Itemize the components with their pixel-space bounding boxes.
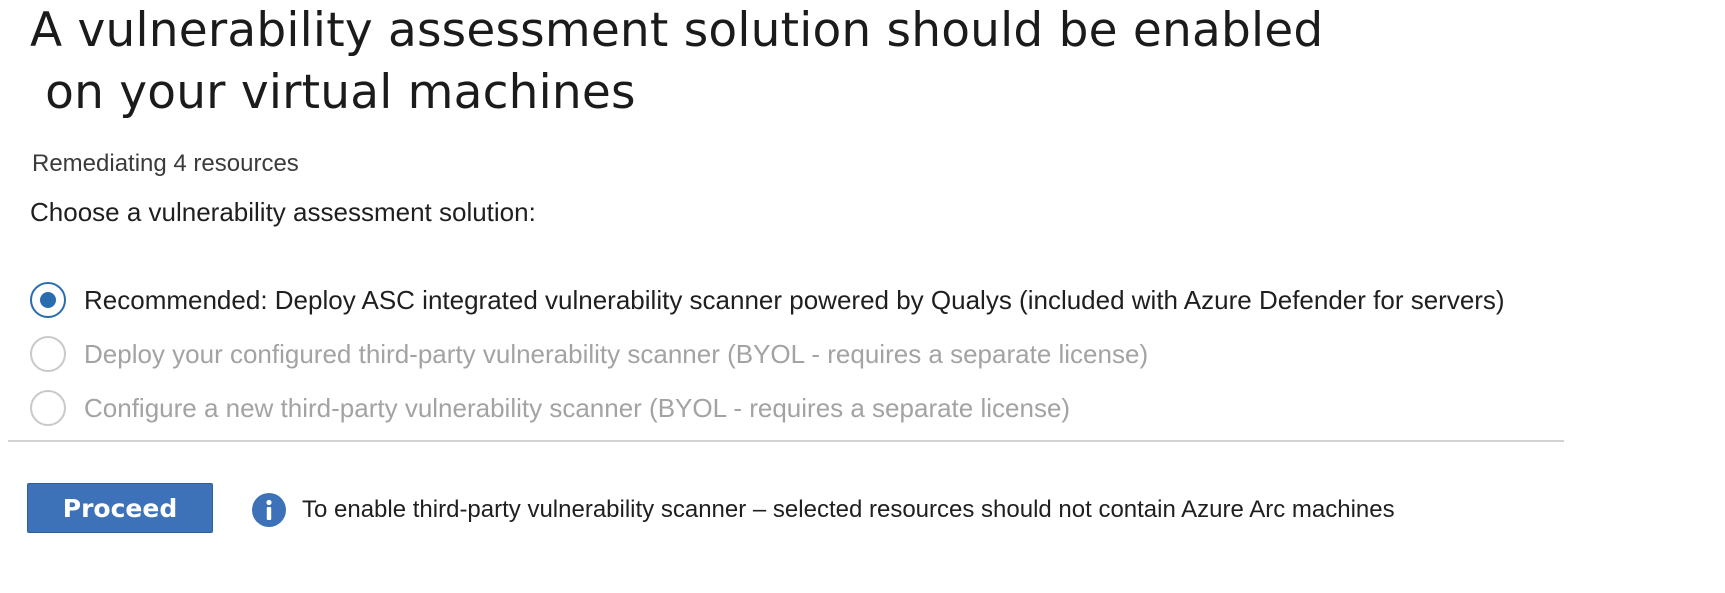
radio-button-disabled[interactable] <box>30 390 66 426</box>
info-icon <box>252 493 286 527</box>
page-title: A vulnerability assessment solution shou… <box>30 0 1430 124</box>
page-title-line-1: A vulnerability assessment solution shou… <box>30 3 1324 58</box>
radio-button-disabled[interactable] <box>30 336 66 372</box>
option-label: Configure a new third-party vulnerabilit… <box>84 392 1071 423</box>
proceed-button[interactable]: Proceed <box>27 483 213 533</box>
option-recommended-qualys[interactable]: Recommended: Deploy ASC integrated vulne… <box>30 278 1505 322</box>
option-configured-third-party[interactable]: Deploy your configured third-party vulne… <box>30 332 1148 376</box>
option-label: Deploy your configured third-party vulne… <box>84 338 1149 369</box>
solution-prompt: Choose a vulnerability assessment soluti… <box>30 197 536 227</box>
divider <box>8 440 1564 442</box>
option-label: Recommended: Deploy ASC integrated vulne… <box>84 284 1505 315</box>
radio-button-selected[interactable] <box>30 282 66 318</box>
info-message: To enable third-party vulnerability scan… <box>252 493 1395 527</box>
page-title-line-2: on your virtual machines <box>30 65 636 120</box>
remediating-count: Remediating 4 resources <box>32 150 299 177</box>
info-text: To enable third-party vulnerability scan… <box>302 496 1395 523</box>
option-new-third-party[interactable]: Configure a new third-party vulnerabilit… <box>30 386 1070 430</box>
